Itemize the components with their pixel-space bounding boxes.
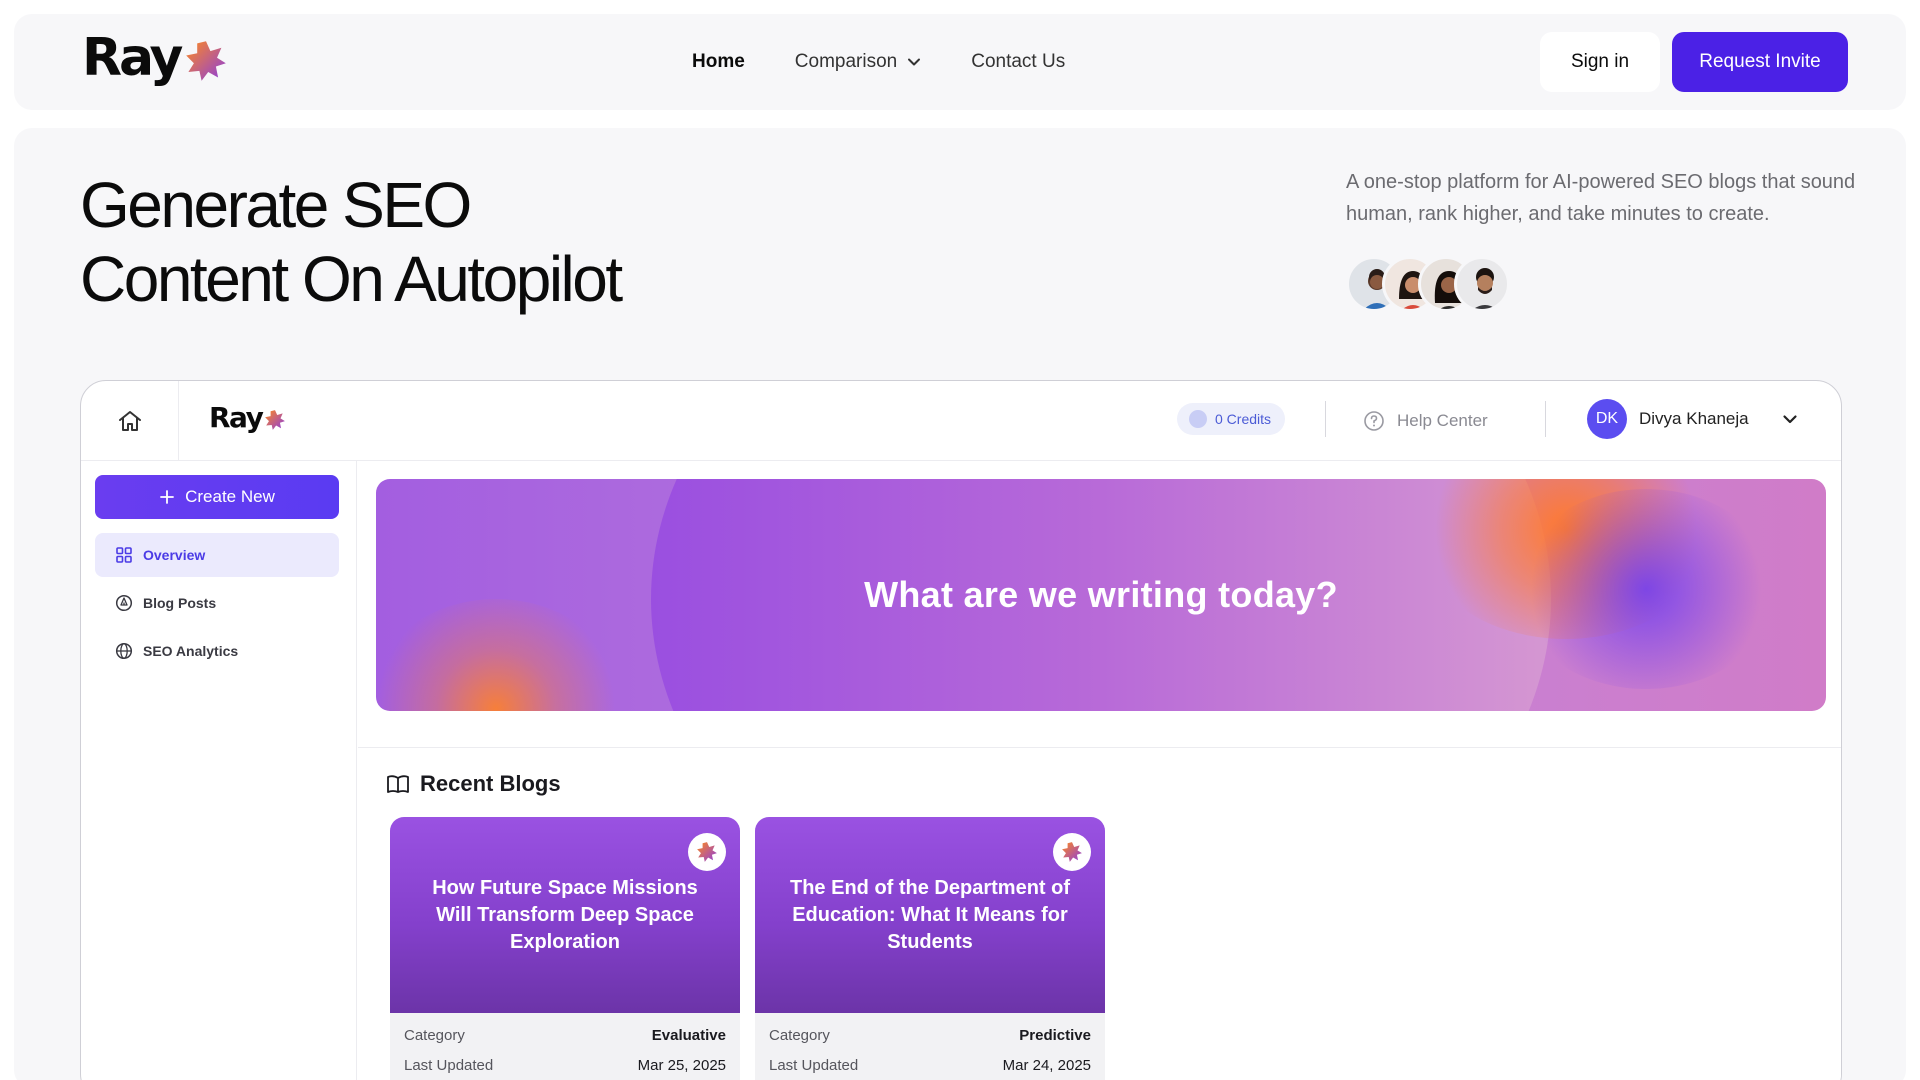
hero-title-line1: Generate SEO [80, 169, 472, 241]
meta-label: Last Updated [769, 1057, 859, 1074]
sidebar-item-label: SEO Analytics [143, 643, 239, 659]
nav-link-comparison[interactable]: Comparison [795, 51, 921, 73]
dashboard-main: What are we writing today? Recent Blogs … [358, 461, 1841, 1080]
blog-card[interactable]: How Future Space Missions Will Transform… [390, 817, 740, 1080]
create-new-label: Create New [185, 487, 275, 506]
section-divider [358, 747, 1841, 748]
recent-blogs-label: Recent Blogs [420, 771, 561, 796]
app-logo: Ray [209, 401, 286, 434]
sidebar-item-label: Blog Posts [143, 595, 217, 611]
hero-title: Generate SEO Content On Autopilot [80, 168, 800, 316]
divider [1545, 401, 1546, 437]
recent-blogs-heading: Recent Blogs [386, 771, 561, 797]
globe-icon [115, 642, 133, 660]
blog-card-cover: The End of the Department of Education: … [755, 817, 1105, 1013]
brand-star-icon [186, 41, 227, 81]
request-invite-button[interactable]: Request Invite [1672, 32, 1848, 92]
grid-icon [116, 547, 132, 563]
meta-value: Predictive [1019, 1027, 1091, 1044]
blog-card[interactable]: The End of the Department of Education: … [755, 817, 1105, 1080]
main-nav: Home Comparison Contact Us [692, 14, 1065, 110]
home-icon [118, 411, 141, 431]
hero-subtitle: A one-stop platform for AI-powered SEO b… [1346, 171, 1856, 225]
meta-label: Last Updated [404, 1057, 494, 1074]
sidebar-item-blog-posts[interactable]: Blog Posts [95, 581, 339, 625]
sidebar: Create New Overview Blog Posts SEO Analy… [81, 461, 357, 1080]
credits-badge[interactable]: 0 Credits [1177, 403, 1286, 435]
blog-card-updated: Last Updated Mar 24, 2025 [769, 1057, 1091, 1074]
brand-star-icon [1062, 842, 1082, 862]
app-header: Ray 0 Credits Help Center DK Divya Khane… [81, 381, 1841, 461]
hero-title-line2: Content On Autopilot [80, 243, 623, 315]
help-center-label: Help Center [1397, 411, 1488, 430]
meta-value: Mar 25, 2025 [637, 1057, 726, 1074]
chevron-down-icon [908, 58, 921, 66]
app-brand-name: Ray [209, 401, 264, 434]
credits-label: 0 Credits [1215, 411, 1272, 427]
blog-card-title: How Future Space Missions Will Transform… [432, 877, 698, 953]
nav-link-label: Comparison [794, 51, 898, 72]
brand-name: Ray [82, 28, 183, 88]
hero-banner: What are we writing today? [376, 479, 1826, 711]
sidebar-item-seo-analytics[interactable]: SEO Analytics [95, 629, 339, 673]
nav-link-label: Home [692, 51, 745, 72]
blog-card-category: Category Predictive [769, 1027, 1091, 1044]
top-nav: Ray Home Comparison Contact Us Sign in R… [14, 14, 1906, 110]
pen-nib-icon [115, 594, 133, 612]
help-center-link[interactable]: Help Center [1363, 403, 1488, 439]
blog-card-cover: How Future Space Missions Will Transform… [390, 817, 740, 1013]
meta-label: Category [769, 1027, 830, 1044]
plus-icon [160, 490, 175, 504]
meta-label: Category [404, 1027, 465, 1044]
brand-star-icon [697, 842, 717, 862]
brand-badge [688, 833, 726, 871]
nav-link-home[interactable]: Home [692, 51, 745, 73]
chevron-down-icon [1783, 415, 1797, 424]
blog-card-category: Category Evaluative [404, 1027, 726, 1044]
blog-card-title: The End of the Department of Education: … [790, 877, 1070, 953]
user-avatars [1346, 256, 1510, 312]
user-avatar: DK [1587, 399, 1627, 439]
help-icon [1364, 411, 1384, 431]
credits-icon [1189, 410, 1207, 428]
create-new-button[interactable]: Create New [95, 475, 339, 519]
banner-text: What are we writing today? [864, 574, 1338, 615]
meta-value: Mar 24, 2025 [1002, 1057, 1091, 1074]
avatar [1454, 256, 1510, 312]
nav-link-label: Contact Us [971, 51, 1066, 72]
app-preview: Ray 0 Credits Help Center DK Divya Khane… [80, 380, 1842, 1080]
blog-card-updated: Last Updated Mar 25, 2025 [404, 1057, 726, 1074]
divider [1325, 401, 1326, 437]
sidebar-item-overview[interactable]: Overview [95, 533, 339, 577]
nav-link-contact[interactable]: Contact Us [971, 51, 1065, 73]
book-icon [387, 775, 409, 793]
user-name: Divya Khaneja [1639, 409, 1749, 428]
user-menu[interactable]: DK Divya Khaneja [1587, 397, 1799, 441]
sign-in-button[interactable]: Sign in [1540, 32, 1660, 92]
sidebar-item-label: Overview [143, 547, 206, 563]
meta-value: Evaluative [651, 1027, 726, 1044]
brand-badge [1053, 833, 1091, 871]
brand-star-icon [265, 409, 286, 430]
brand-logo[interactable]: Ray [82, 32, 228, 84]
home-button[interactable] [81, 381, 179, 461]
